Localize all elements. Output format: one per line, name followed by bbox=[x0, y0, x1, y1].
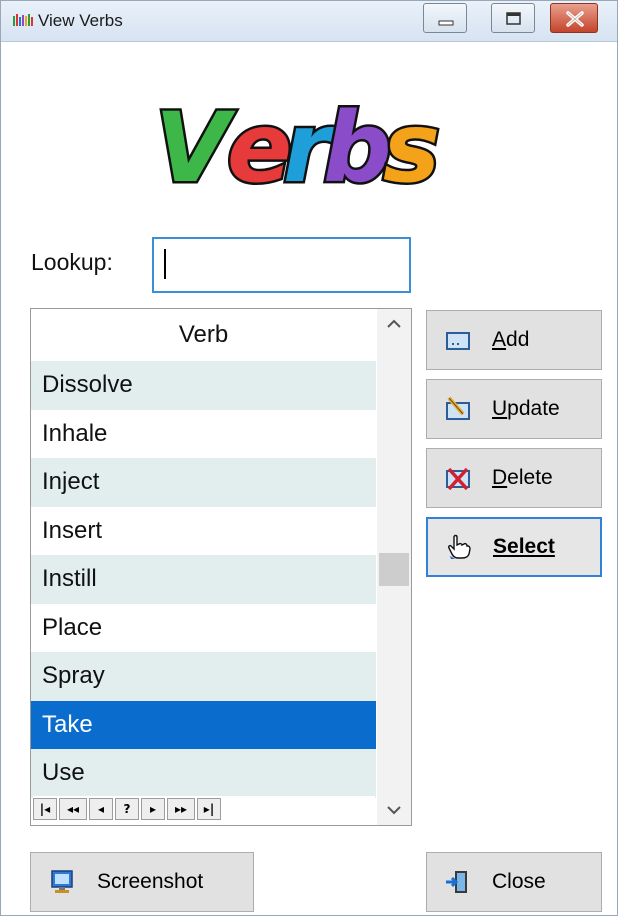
svg-text:V: V bbox=[155, 93, 236, 203]
add-label-rest: dd bbox=[506, 328, 530, 351]
delete-button[interactable]: Delete bbox=[426, 448, 602, 508]
record-navigator: |◂ ◂◂ ◂ ? ▸ ▸▸ ▸| bbox=[33, 796, 375, 822]
pointing-hand-icon bbox=[448, 534, 471, 559]
table-row-selected[interactable]: Take bbox=[31, 700, 376, 749]
verbs-logo: V e r b s bbox=[153, 93, 443, 203]
close-window-button[interactable] bbox=[550, 3, 598, 33]
nav-help-button[interactable]: ? bbox=[115, 798, 139, 820]
select-button[interactable]: Select bbox=[426, 517, 602, 577]
table-row[interactable]: Use bbox=[31, 749, 376, 798]
grid-rows: Dissolve Inhale Inject Insert Instill Pl… bbox=[31, 361, 376, 798]
table-row[interactable]: Inject bbox=[31, 458, 376, 507]
nav-next-page-icon[interactable]: ▸▸ bbox=[167, 798, 195, 820]
exit-door-icon bbox=[446, 871, 467, 893]
add-button[interactable]: Add bbox=[426, 310, 602, 370]
scroll-thumb[interactable] bbox=[379, 553, 409, 586]
table-row[interactable]: Dissolve bbox=[31, 361, 376, 410]
table-row[interactable]: Spray bbox=[31, 652, 376, 701]
select-accelerator: S bbox=[493, 535, 508, 558]
screenshot-button[interactable]: Screenshot bbox=[30, 852, 254, 912]
delete-record-icon bbox=[446, 467, 470, 491]
update-label: Update bbox=[492, 397, 560, 421]
minimize-button[interactable] bbox=[423, 3, 467, 33]
app-icon bbox=[13, 14, 33, 26]
nav-next-icon[interactable]: ▸ bbox=[141, 798, 165, 820]
window-title: View Verbs bbox=[38, 11, 123, 30]
column-header-verb[interactable]: Verb bbox=[31, 309, 376, 361]
delete-label: Delete bbox=[492, 466, 553, 490]
screenshot-label: Screenshot bbox=[97, 870, 204, 893]
add-accelerator: A bbox=[492, 328, 507, 351]
table-row[interactable]: Inhale bbox=[31, 410, 376, 459]
monitor-icon bbox=[51, 870, 73, 893]
scroll-down-arrow-icon[interactable] bbox=[377, 795, 411, 825]
table-row[interactable]: Instill bbox=[31, 555, 376, 604]
nav-last-icon[interactable]: ▸| bbox=[197, 798, 221, 820]
delete-accelerator: D bbox=[492, 466, 508, 489]
maximize-icon bbox=[506, 12, 521, 25]
nav-prev-icon[interactable]: ◂ bbox=[89, 798, 113, 820]
add-label: Add bbox=[492, 328, 529, 352]
table-row[interactable]: Insert bbox=[31, 507, 376, 556]
scroll-up-arrow-icon[interactable] bbox=[377, 309, 411, 339]
svg-text:b: b bbox=[323, 93, 392, 203]
update-accelerator: U bbox=[492, 397, 508, 420]
update-label-rest: pdate bbox=[507, 397, 560, 420]
nav-first-icon[interactable]: |◂ bbox=[33, 798, 57, 820]
close-button[interactable]: Close bbox=[426, 852, 602, 912]
text-caret bbox=[164, 249, 166, 279]
add-record-icon bbox=[446, 332, 470, 350]
update-button[interactable]: Update bbox=[426, 379, 602, 439]
select-label-rest: elect bbox=[507, 535, 555, 558]
close-label: Close bbox=[492, 870, 546, 893]
close-icon bbox=[566, 11, 584, 27]
delete-label-rest: elete bbox=[507, 466, 553, 489]
nav-prev-page-icon[interactable]: ◂◂ bbox=[59, 798, 87, 820]
select-label: Select bbox=[493, 535, 555, 559]
verbs-grid[interactable]: Verb Dissolve Inhale Inject Insert Insti… bbox=[30, 308, 412, 826]
view-verbs-window: View Verbs V e r b s Lookup: Verb Dissol… bbox=[0, 0, 618, 916]
maximize-button[interactable] bbox=[491, 3, 535, 33]
lookup-input[interactable] bbox=[152, 237, 411, 293]
vertical-scrollbar[interactable] bbox=[377, 309, 411, 825]
svg-text:s: s bbox=[383, 93, 440, 203]
title-bar[interactable]: View Verbs bbox=[1, 1, 617, 42]
minimize-icon bbox=[438, 20, 454, 26]
table-row[interactable]: Place bbox=[31, 604, 376, 653]
lookup-label: Lookup: bbox=[31, 249, 113, 275]
update-record-icon bbox=[446, 396, 470, 420]
